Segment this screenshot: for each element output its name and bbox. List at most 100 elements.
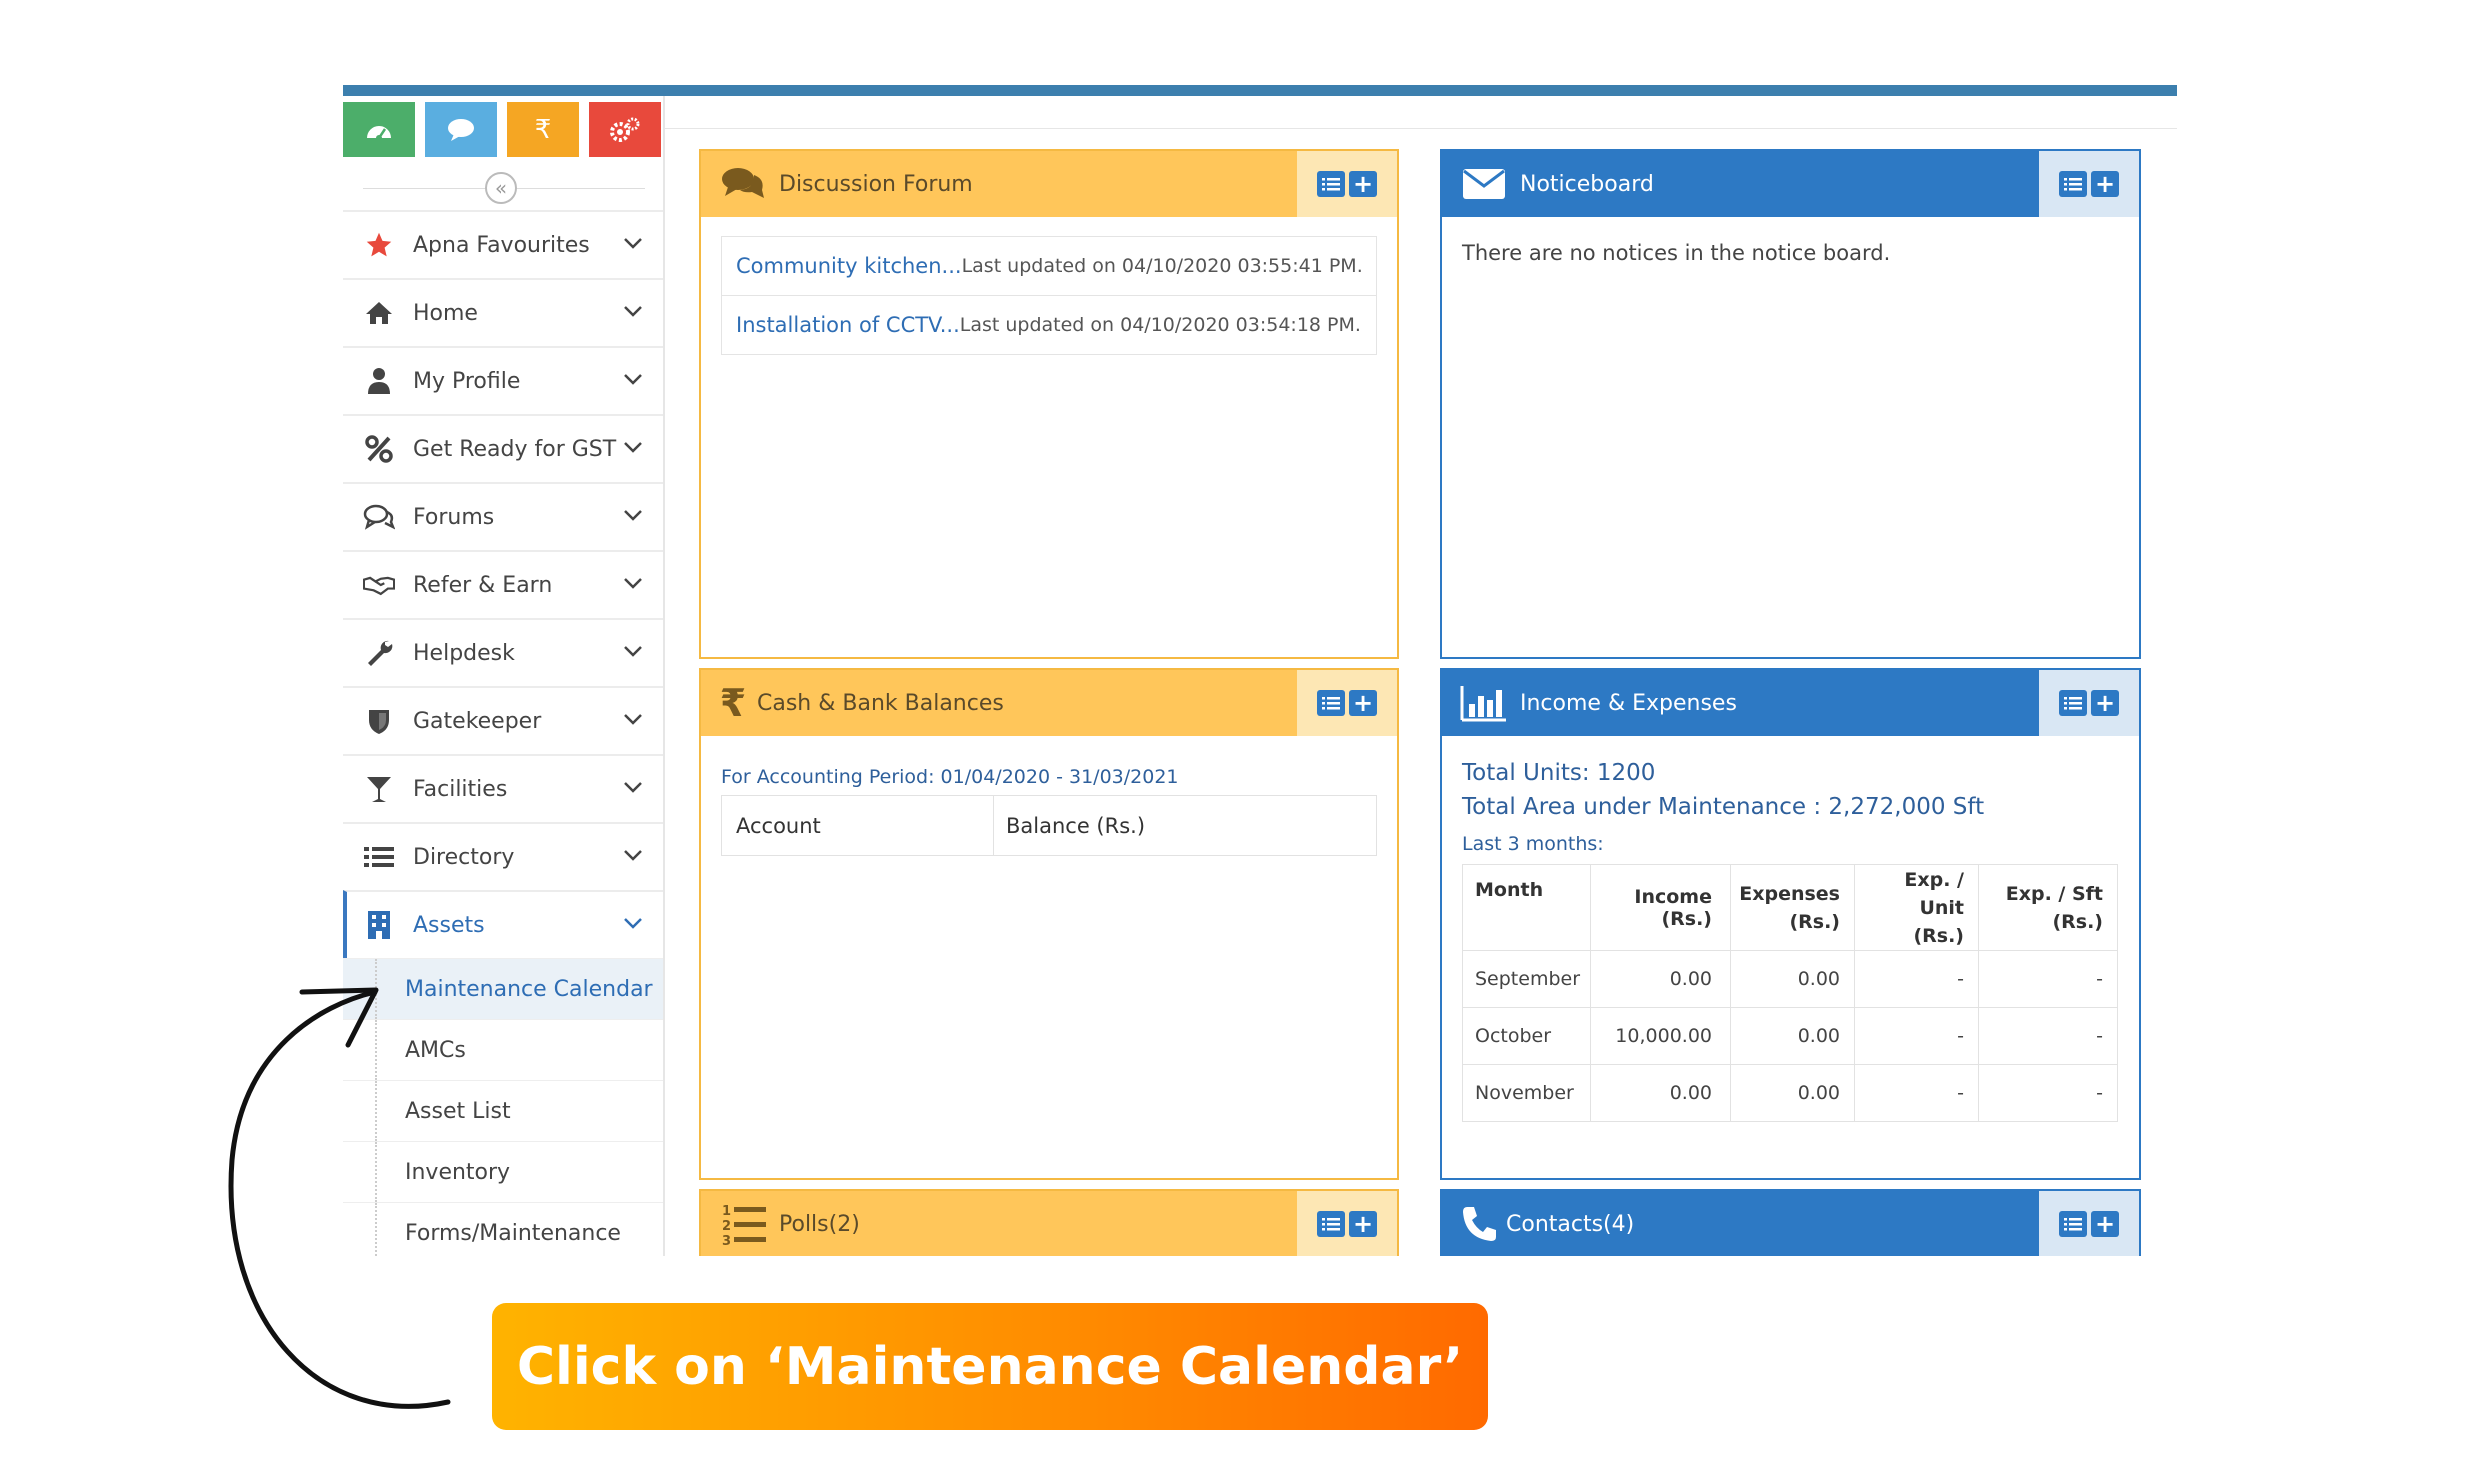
per-sft-cell: - xyxy=(1978,1007,2118,1065)
forum-post-meta: Last updated on 04/10/2020 03:54:18 PM. xyxy=(959,314,1361,336)
sidebar-item-gst[interactable]: Get Ready for GST xyxy=(343,414,663,482)
list-view-button[interactable] xyxy=(1317,1211,1345,1237)
chevron-down-icon xyxy=(624,918,642,929)
instruction-callout: Click on ‘Maintenance Calendar’ xyxy=(492,1303,1488,1430)
rupee-button[interactable]: ₹ xyxy=(507,102,579,157)
header-divider xyxy=(665,128,2177,129)
forum-post[interactable]: Installation of CCTV... Last updated on 0… xyxy=(721,295,1377,355)
add-button[interactable]: + xyxy=(2091,171,2119,197)
list-icon xyxy=(2064,697,2082,710)
svg-text:1: 1 xyxy=(722,1204,731,1219)
sidebar-item-label: Facilities xyxy=(413,776,508,802)
plus-icon: + xyxy=(1352,689,1374,717)
cash-bank-panel: ₹ Cash & Bank Balances + For Accounting … xyxy=(699,668,1399,1180)
sidebar-item-my-profile[interactable]: My Profile xyxy=(343,346,663,414)
add-button[interactable]: + xyxy=(1349,171,1377,197)
per-sft-header: Exp. / Sft (Rs.) xyxy=(1978,864,2118,951)
per-sft-cell: - xyxy=(1978,950,2118,1008)
svg-text:2: 2 xyxy=(722,1219,731,1234)
add-button[interactable]: + xyxy=(1349,690,1377,716)
income-cell: 0.00 xyxy=(1590,950,1731,1008)
sidebar-item-apna-favourites[interactable]: Apna Favourites xyxy=(343,210,663,278)
month-cell: November xyxy=(1462,1064,1591,1122)
chevron-down-icon xyxy=(624,510,642,521)
comments-icon xyxy=(363,501,395,533)
panel-header: Discussion Forum + xyxy=(701,151,1397,217)
panel-tools: + xyxy=(2039,151,2139,217)
chevron-down-icon xyxy=(624,578,642,589)
envelope-icon xyxy=(1460,160,1508,208)
list-view-button[interactable] xyxy=(1317,171,1345,197)
percent-icon xyxy=(363,433,395,465)
panel-header: ₹ Cash & Bank Balances + xyxy=(701,670,1397,736)
wrench-icon xyxy=(363,637,395,669)
sidebar-item-home[interactable]: Home xyxy=(343,278,663,346)
list-icon xyxy=(1322,697,1340,710)
list-view-button[interactable] xyxy=(2059,171,2087,197)
sidebar-item-label: Assets xyxy=(413,912,485,938)
sidebar-item-label: Refer & Earn xyxy=(413,572,553,598)
month-header: Month xyxy=(1462,864,1591,951)
account-header: Account xyxy=(721,795,994,856)
table-row: October 10,000.00 0.00 - - xyxy=(1462,1007,2118,1065)
table-row: September 0.00 0.00 - - xyxy=(1462,950,2118,1008)
add-button[interactable]: + xyxy=(2091,1211,2119,1237)
collapse-sidebar-button[interactable]: « xyxy=(485,172,517,204)
last-months-label: Last 3 months: xyxy=(1462,833,1604,855)
per-sft-cell: - xyxy=(1978,1064,2118,1122)
sidebar-item-refer-earn[interactable]: Refer & Earn xyxy=(343,550,663,618)
forum-post-link[interactable]: Community kitchen... xyxy=(736,254,962,278)
sidebar-item-helpdesk[interactable]: Helpdesk xyxy=(343,618,663,686)
sidebar-item-assets[interactable]: Assets xyxy=(343,890,663,958)
panel-tools: + xyxy=(2039,670,2139,736)
chat-button[interactable] xyxy=(425,102,497,157)
contacts-panel: Contacts(4) + xyxy=(1440,1189,2141,1256)
chat-icon xyxy=(448,118,474,141)
star-icon xyxy=(363,229,395,261)
panel-title: Income & Expenses xyxy=(1520,690,1737,716)
panel-tools: + xyxy=(1297,1191,1397,1256)
balance-header: Balance (Rs.) xyxy=(993,795,1377,856)
chevron-down-icon xyxy=(624,306,642,317)
sidebar-item-label: Apna Favourites xyxy=(413,232,590,258)
forum-post-link[interactable]: Installation of CCTV... xyxy=(736,313,960,337)
sidebar-item-label: Forums xyxy=(413,504,495,530)
panel-tools: + xyxy=(2039,1191,2139,1256)
add-button[interactable]: + xyxy=(1349,1211,1377,1237)
sidebar-item-forums[interactable]: Forums xyxy=(343,482,663,550)
expenses-cell: 0.00 xyxy=(1730,1064,1855,1122)
per-sft-header-line2: (Rs.) xyxy=(2052,910,2103,933)
panel-header: Contacts(4) + xyxy=(1442,1191,2139,1256)
panel-title: Noticeboard xyxy=(1520,171,1654,197)
plus-icon: + xyxy=(1352,1210,1374,1238)
sidebar-item-gatekeeper[interactable]: Gatekeeper xyxy=(343,686,663,754)
rupee-icon: ₹ xyxy=(534,114,552,145)
sidebar-item-directory[interactable]: Directory xyxy=(343,822,663,890)
panel-tools: + xyxy=(1297,670,1397,736)
user-icon xyxy=(363,365,395,397)
panel-header: Noticeboard + xyxy=(1442,151,2139,217)
chevron-down-icon xyxy=(624,238,642,249)
chevron-down-icon xyxy=(624,850,642,861)
bar-chart-icon xyxy=(1460,679,1508,727)
balances-table: Account Balance (Rs.) xyxy=(721,795,1377,856)
list-view-button[interactable] xyxy=(1317,690,1345,716)
list-view-button[interactable] xyxy=(2059,1211,2087,1237)
month-cell: September xyxy=(1462,950,1591,1008)
add-button[interactable]: + xyxy=(2091,690,2119,716)
comments-icon xyxy=(719,160,767,208)
forum-post[interactable]: Community kitchen... Last updated on 04/1… xyxy=(721,236,1377,296)
sidebar-item-label: Gatekeeper xyxy=(413,708,542,734)
list-icon xyxy=(363,841,395,873)
list-icon xyxy=(1322,178,1340,191)
settings-button[interactable] xyxy=(589,102,661,157)
table-header-row: Account Balance (Rs.) xyxy=(721,795,1377,856)
dashboard-icon xyxy=(367,125,391,141)
sidebar-item-label: Home xyxy=(413,300,478,326)
list-view-button[interactable] xyxy=(2059,690,2087,716)
table-row: November 0.00 0.00 - - xyxy=(1462,1064,2118,1122)
sidebar-item-label: My Profile xyxy=(413,368,521,394)
total-area: Total Area under Maintenance : 2,272,000… xyxy=(1462,794,1985,820)
sidebar-item-facilities[interactable]: Facilities xyxy=(343,754,663,822)
dashboard-button[interactable] xyxy=(343,102,415,157)
